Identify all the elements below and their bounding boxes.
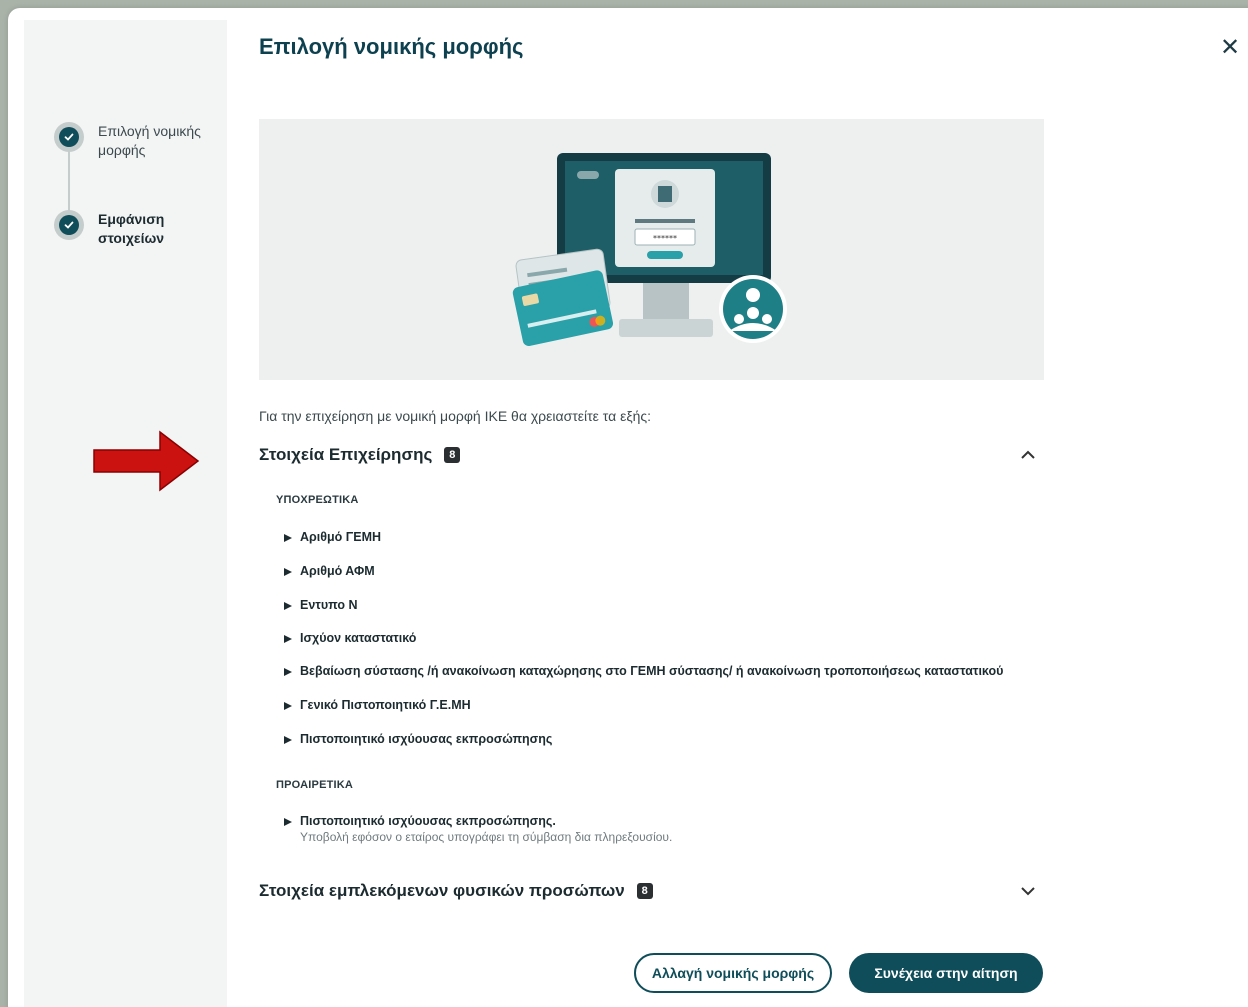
chevron-up-icon[interactable] <box>1020 448 1036 466</box>
dialog-title: Επιλογή νομικής μορφής <box>259 34 524 59</box>
step-complete-icon <box>54 122 84 152</box>
list-item: Αριθμό ΑΦΜ <box>284 564 375 578</box>
steps-sidebar: Επιλογή νομικής μορφής Εμφάνιση στοιχείω… <box>24 20 227 1007</box>
intro-text: Για την επιχείρηση με νομική μορφή ΙΚΕ θ… <box>259 408 652 424</box>
chevron-down-icon[interactable] <box>1020 884 1036 902</box>
list-item: Γενικό Πιστοποιητικό Γ.Ε.ΜΗ <box>284 698 471 712</box>
close-icon[interactable]: ✕ <box>1220 36 1240 60</box>
legal-form-dialog: Επιλογή νομικής μορφής Εμφάνιση στοιχείω… <box>8 8 1248 1007</box>
list-item: Βεβαίωση σύστασης /ή ανακοίνωση καταχώρη… <box>284 664 1003 678</box>
list-item: Εντυπο Ν <box>284 598 358 612</box>
required-label: ΥΠΟΧΡΕΩΤΙΚΑ <box>276 494 359 506</box>
section-company-details-header[interactable]: Στοιχεία Επιχείρησης 8 <box>259 445 461 465</box>
section-title: Στοιχεία Επιχείρησης <box>259 445 433 464</box>
count-badge: 8 <box>636 883 653 899</box>
continue-button[interactable]: Συνέχεια στην αίτηση <box>849 953 1043 993</box>
list-item: Πιστοποιητικό ισχύουσας εκπροσώπησης <box>284 732 552 746</box>
optional-label: ΠΡΟΑΙΡΕΤΙΚΑ <box>276 779 354 791</box>
section-natural-persons-header[interactable]: Στοιχεία εμπλεκόμενων φυσικών προσώπων 8 <box>259 881 653 901</box>
hero-illustration: ****** <box>259 119 1044 380</box>
optional-item-note: Υποβολή εφόσον ο εταίρος υπογράφει τη σύ… <box>300 830 673 844</box>
triangle-bullet-icon <box>284 668 292 676</box>
annotation-arrow-icon <box>92 428 202 499</box>
list-item: Ισχύον καταστατικό <box>284 631 416 645</box>
list-item: Αριθμό ΓΕΜΗ <box>284 530 381 544</box>
step-active-icon <box>54 210 84 240</box>
list-item: Πιστοποιητικό ισχύουσας εκπροσώπησης. Υπ… <box>284 814 672 844</box>
triangle-bullet-icon <box>284 534 292 542</box>
triangle-bullet-icon <box>284 635 292 643</box>
step-label: Εμφάνιση στοιχείων <box>98 211 165 246</box>
triangle-bullet-icon <box>284 736 292 744</box>
section-title: Στοιχεία εμπλεκόμενων φυσικών προσώπων <box>259 881 625 900</box>
change-legal-form-button[interactable]: Αλλαγή νομικής μορφής <box>634 953 832 993</box>
triangle-bullet-icon <box>284 602 292 610</box>
optional-item-title: Πιστοποιητικό ισχύουσας εκπροσώπησης. <box>300 814 556 828</box>
count-badge: 8 <box>444 447 461 463</box>
svg-text:******: ****** <box>653 234 677 243</box>
step-label: Επιλογή νομικής μορφής <box>98 123 201 158</box>
triangle-bullet-icon <box>284 818 292 826</box>
triangle-bullet-icon <box>284 568 292 576</box>
triangle-bullet-icon <box>284 702 292 710</box>
